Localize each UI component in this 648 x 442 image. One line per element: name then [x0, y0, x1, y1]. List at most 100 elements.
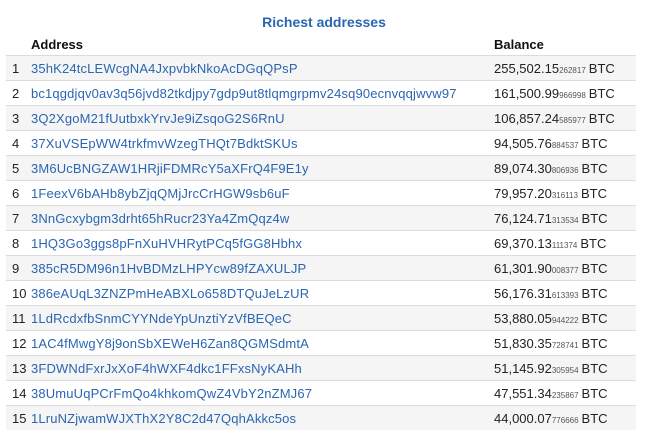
balance-cell: 161,500.99966998 BTC	[494, 81, 636, 106]
address-link[interactable]: 3M6UcBNGZAW1HRjiFDMRcY5aXFrQ4F9E1y	[31, 161, 309, 176]
balance-fraction: 313534	[551, 215, 579, 225]
address-cell: bc1qgdjqv0av3q56jvd82tkdjpy7gdp9ut8tlqmg…	[31, 81, 494, 106]
address-link[interactable]: 1LdRcdxfbSnmCYYNdeYpUnztiYzVfBEQeC	[31, 311, 292, 326]
balance-cell: 51,145.92305954 BTC	[494, 356, 636, 381]
rank-cell: 2	[12, 85, 20, 101]
balance-fraction: 262817	[559, 65, 586, 75]
balance-main: 44,000.07	[494, 410, 552, 426]
rank-cell: 7	[12, 210, 20, 226]
rank-cell: 5	[12, 160, 20, 176]
balance-fraction: 235867	[551, 390, 579, 400]
balance-main: 51,830.35	[494, 335, 552, 351]
balance-cell: 51,830.35728741 BTC	[494, 331, 636, 356]
balance-fraction: 305954	[551, 365, 579, 375]
balance-main: 76,124.71	[494, 210, 552, 226]
balance-main: 69,370.13	[494, 235, 552, 251]
balance-unit: BTC	[581, 210, 608, 226]
balance-unit: BTC	[588, 110, 615, 126]
address-link[interactable]: 3FDWNdFxrJxXoF4hWXF4dkc1FFxsNyKAHh	[31, 361, 302, 376]
page-title: Richest addresses	[262, 14, 386, 30]
balance-unit: BTC	[581, 385, 608, 401]
address-link[interactable]: 37XuVSEpWW4trkfmvWzegTHQt7BdktSKUs	[31, 136, 298, 151]
balance-fraction: 884537	[551, 140, 579, 150]
address-cell: 3NnGcxybgm3drht65hRucr23Ya4ZmQqz4w	[31, 206, 494, 231]
balance-fraction: 776666	[551, 415, 579, 425]
balance-unit: BTC	[581, 285, 608, 301]
address-link[interactable]: 35hK24tcLEWcgNA4JxpvbkNkoAcDGqQPsP	[31, 61, 298, 76]
table-row: 14 38UmuUqPCrFmQo4khkomQwZ4VbY2nZMJ67 47,5…	[6, 380, 636, 406]
richest-addresses-table: Address Balance 1 35hK24tcLEWcgNA4JxpvbkN…	[6, 33, 636, 430]
balance-main: 47,551.34	[494, 385, 552, 401]
balance-main: 94,505.76	[494, 135, 552, 151]
balance-cell: 79,957.20316113 BTC	[494, 181, 636, 206]
table-row: 13 3FDWNdFxrJxXoF4hWXF4dkc1FFxsNyKAHh 51,1…	[6, 355, 636, 381]
balance-fraction: 008377	[551, 265, 579, 275]
balance-main: 61,301.90	[494, 260, 552, 276]
balance-cell: 53,880.05944222 BTC	[494, 306, 636, 331]
balance-main: 53,880.05	[494, 310, 552, 326]
address-cell: 1LruNZjwamWJXThX2Y8C2d47QqhAkkc5os	[31, 406, 494, 431]
table-row: 10 386eAUqL3ZNZPmHeABXLo658DTQuJeLzUR 56,1…	[6, 280, 636, 306]
balance-unit: BTC	[581, 360, 608, 376]
balance-cell: 106,857.24585977 BTC	[494, 106, 636, 131]
rank-cell: 12	[12, 335, 27, 351]
balance-main: 56,176.31	[494, 285, 552, 301]
table-row: 8 1HQ3Go3ggs8pFnXuHVHRytPCq5fGG8Hbhx 69,37…	[6, 230, 636, 256]
balance-unit: BTC	[581, 310, 608, 326]
address-link[interactable]: 1HQ3Go3ggs8pFnXuHVHRytPCq5fGG8Hbhx	[31, 236, 302, 251]
balance-fraction: 613393	[551, 290, 579, 300]
table-row: 2 bc1qgdjqv0av3q56jvd82tkdjpy7gdp9ut8tlqm…	[6, 80, 636, 106]
rank-cell: 15	[12, 410, 27, 426]
address-cell: 385cR5DM96n1HvBDMzLHPYcw89fZAXULJP	[31, 256, 494, 281]
balance-main: 79,957.20	[494, 185, 552, 201]
address-link[interactable]: 1FeexV6bAHb8ybZjqQMjJrcCrHGW9sb6uF	[31, 186, 290, 201]
balance-unit: BTC	[588, 60, 615, 76]
table-header-row: Address Balance	[6, 33, 636, 56]
balance-header: Balance	[494, 36, 544, 52]
address-link[interactable]: 3NnGcxybgm3drht65hRucr23Ya4ZmQqz4w	[31, 211, 289, 226]
address-cell: 3M6UcBNGZAW1HRjiFDMRcY5aXFrQ4F9E1y	[31, 156, 494, 181]
balance-unit: BTC	[581, 410, 608, 426]
address-cell: 3Q2XgoM21fUutbxkYrvJe9iZsqoG2S6RnU	[31, 106, 494, 131]
table-row: 11 1LdRcdxfbSnmCYYNdeYpUnztiYzVfBEQeC 53,8…	[6, 305, 636, 331]
balance-unit: BTC	[580, 185, 607, 201]
balance-main: 106,857.24	[494, 110, 560, 126]
balance-fraction: 316113	[551, 190, 578, 200]
rank-cell: 14	[12, 385, 27, 401]
balance-cell: 255,502.15262817 BTC	[494, 56, 636, 81]
balance-unit: BTC	[581, 335, 608, 351]
rank-cell: 10	[12, 285, 27, 301]
table-row: 3 3Q2XgoM21fUutbxkYrvJe9iZsqoG2S6RnU 106,8…	[6, 105, 636, 131]
balance-main: 51,145.92	[494, 360, 552, 376]
address-link[interactable]: 38UmuUqPCrFmQo4khkomQwZ4VbY2nZMJ67	[31, 386, 312, 401]
address-cell: 37XuVSEpWW4trkfmvWzegTHQt7BdktSKUs	[31, 131, 494, 156]
address-header: Address	[31, 36, 84, 52]
balance-fraction: 111374	[551, 240, 578, 250]
table-row: 15 1LruNZjwamWJXThX2Y8C2d47QqhAkkc5os 44,0…	[6, 405, 636, 431]
rank-cell: 13	[12, 360, 27, 376]
balance-cell: 89,074.30806936 BTC	[494, 156, 636, 181]
balance-unit: BTC	[581, 135, 608, 151]
balance-main: 89,074.30	[494, 160, 552, 176]
rank-cell: 11	[12, 310, 26, 326]
balance-cell: 76,124.71313534 BTC	[494, 206, 636, 231]
table-row: 12 1AC4fMwgY8j9onSbXEWeH6Zan8QGMSdmtA 51,8…	[6, 330, 636, 356]
balance-cell: 94,505.76884537 BTC	[494, 131, 636, 156]
rank-cell: 9	[12, 260, 20, 276]
address-link[interactable]: 385cR5DM96n1HvBDMzLHPYcw89fZAXULJP	[31, 261, 306, 276]
balance-cell: 56,176.31613393 BTC	[494, 281, 636, 306]
rank-cell: 3	[12, 110, 20, 126]
balance-unit: BTC	[581, 160, 608, 176]
address-link[interactable]: 386eAUqL3ZNZPmHeABXLo658DTQuJeLzUR	[31, 286, 309, 301]
balance-fraction: 944222	[551, 315, 579, 325]
address-link[interactable]: 3Q2XgoM21fUutbxkYrvJe9iZsqoG2S6RnU	[31, 111, 285, 126]
address-link[interactable]: 1LruNZjwamWJXThX2Y8C2d47QqhAkkc5os	[31, 411, 296, 426]
address-link[interactable]: bc1qgdjqv0av3q56jvd82tkdjpy7gdp9ut8tlqmg…	[31, 86, 457, 101]
address-cell: 386eAUqL3ZNZPmHeABXLo658DTQuJeLzUR	[31, 281, 494, 306]
address-cell: 1AC4fMwgY8j9onSbXEWeH6Zan8QGMSdmtA	[31, 331, 494, 356]
table-row: 5 3M6UcBNGZAW1HRjiFDMRcY5aXFrQ4F9E1y 89,07…	[6, 155, 636, 181]
balance-unit: BTC	[581, 260, 608, 276]
table-row: 4 37XuVSEpWW4trkfmvWzegTHQt7BdktSKUs 94,50…	[6, 130, 636, 156]
rank-cell: 1	[12, 60, 20, 76]
address-link[interactable]: 1AC4fMwgY8j9onSbXEWeH6Zan8QGMSdmtA	[31, 336, 309, 351]
